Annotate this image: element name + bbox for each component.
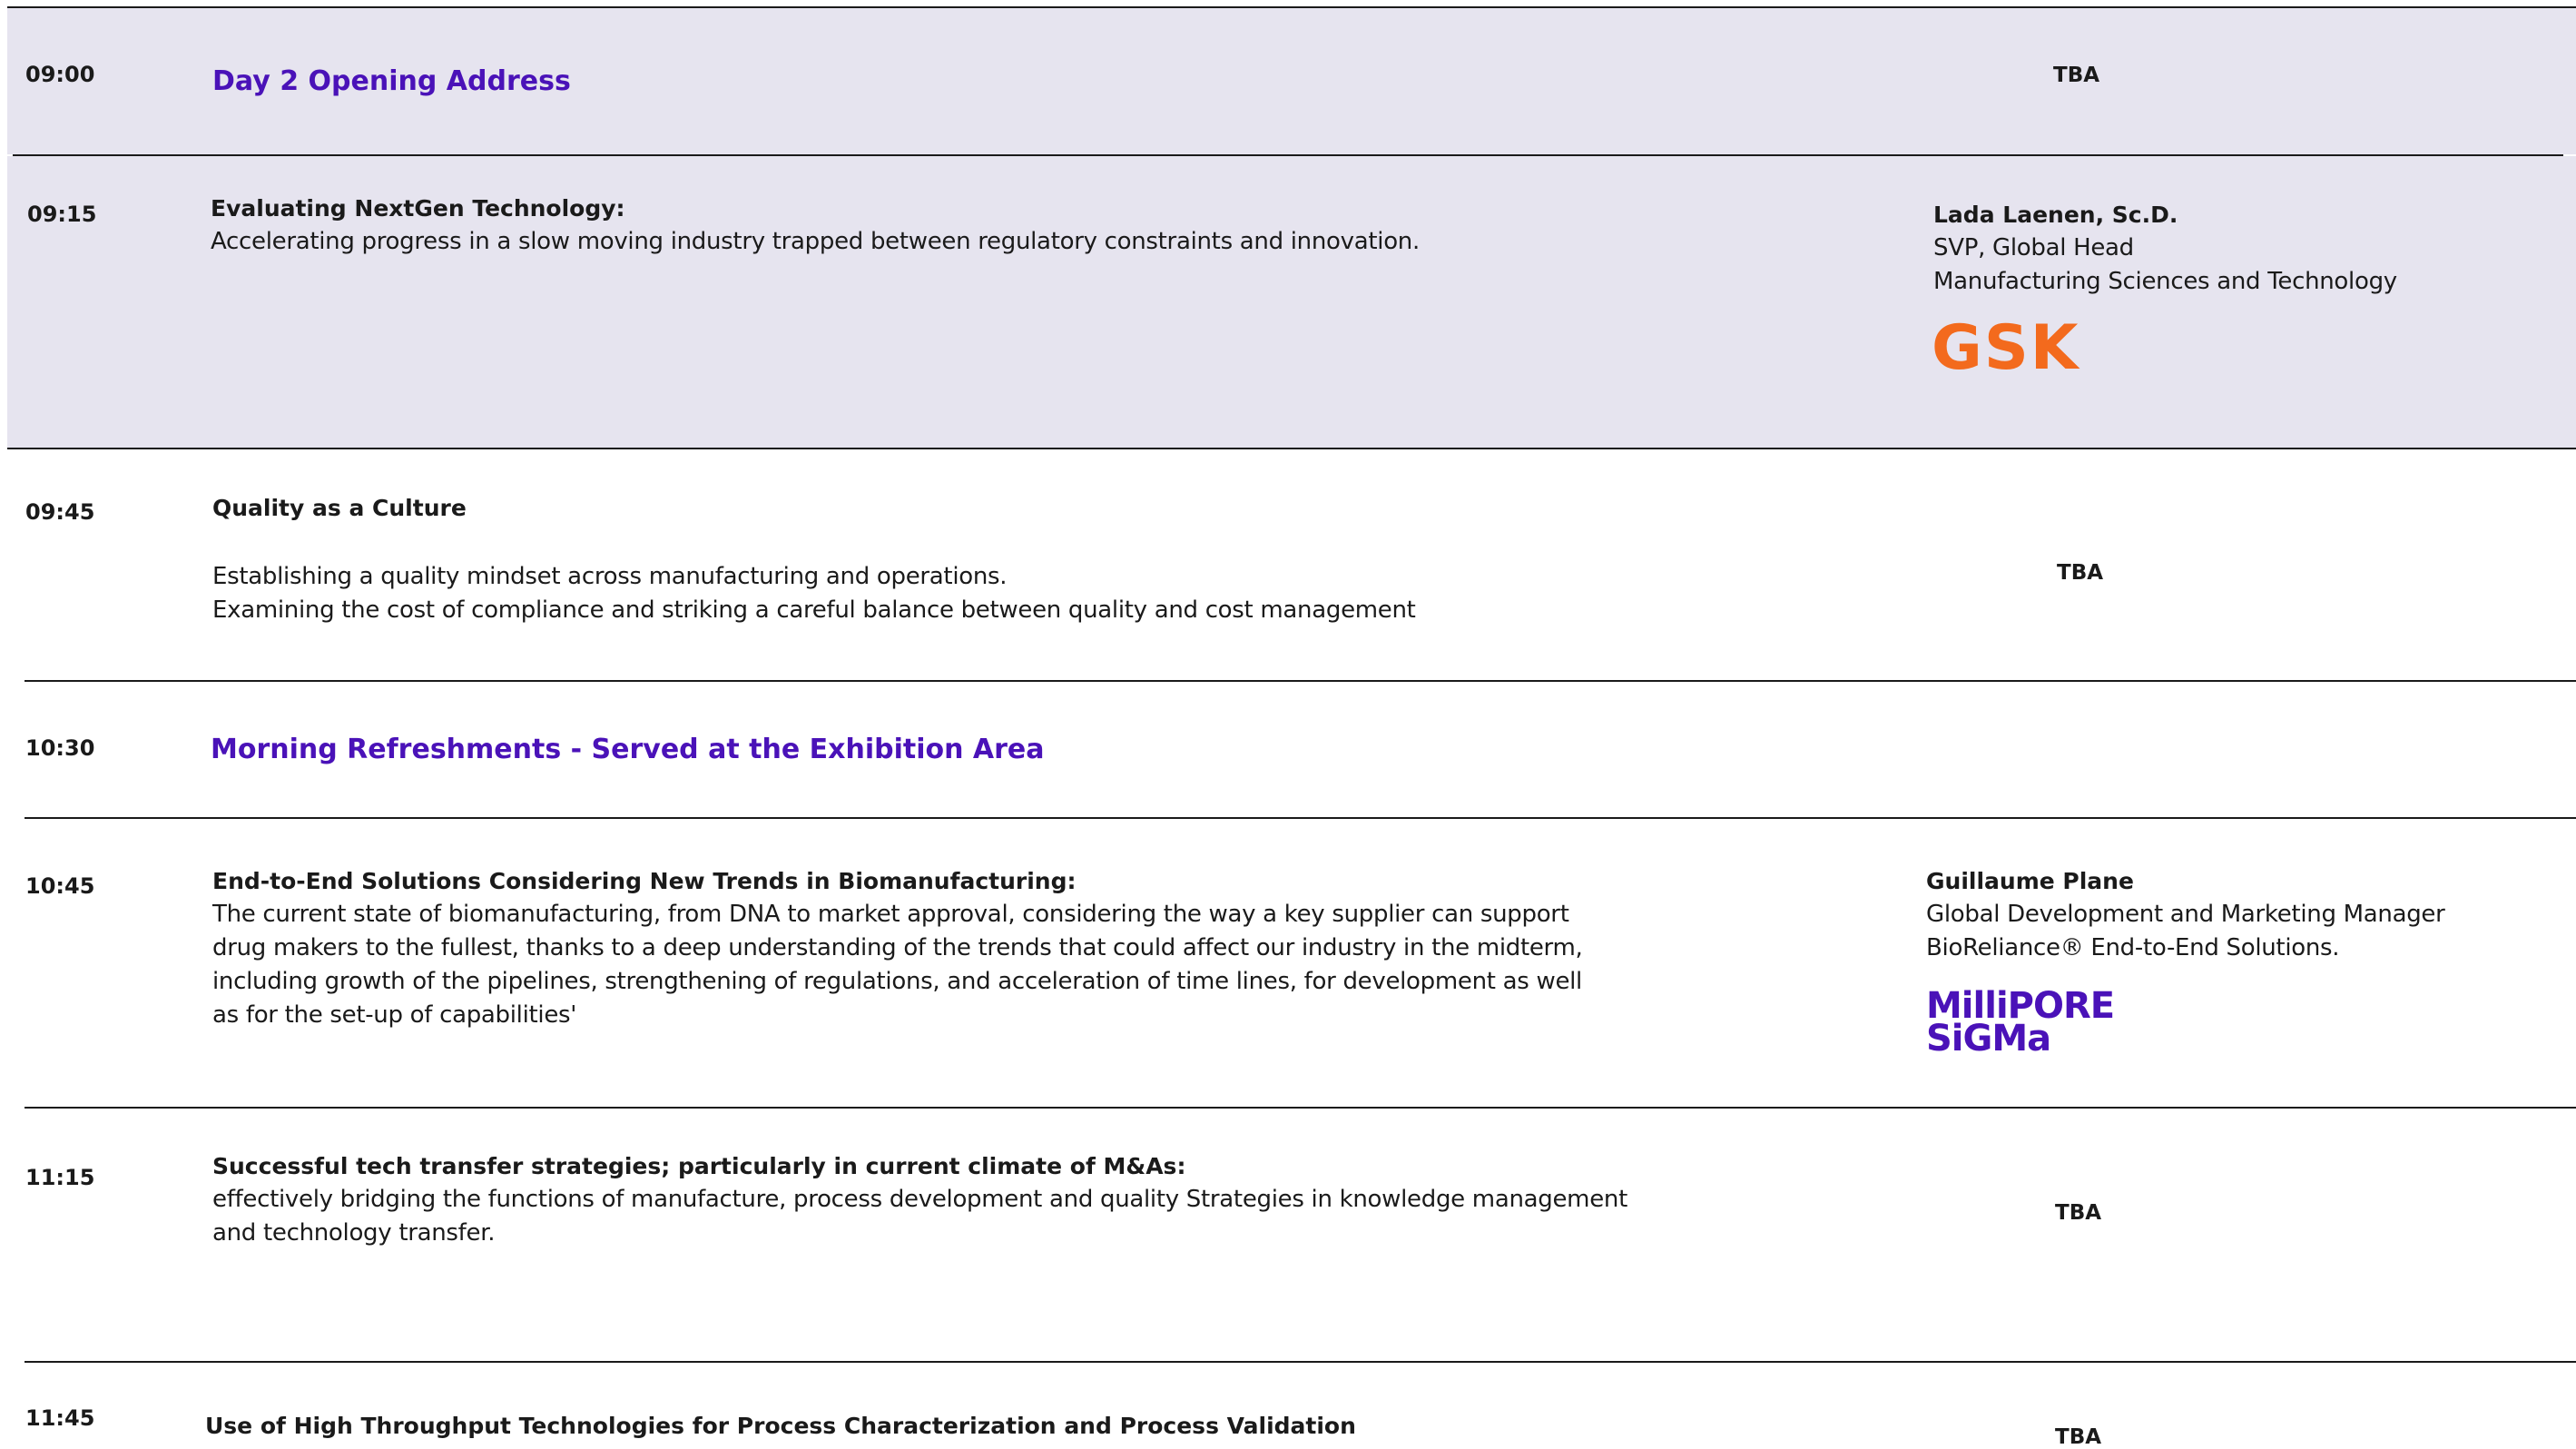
session-title: Evaluating NextGen Technology: xyxy=(211,195,625,222)
divider xyxy=(7,448,2576,449)
session-time: 11:15 xyxy=(25,1165,95,1190)
session-description: Establishing a quality mindset across ma… xyxy=(212,560,1416,627)
speaker-tba: TBA xyxy=(2053,64,2100,87)
session-description: The current state of biomanufacturing, f… xyxy=(212,898,1583,1032)
speaker-block: Guillaume Plane Global Development and M… xyxy=(1926,864,2445,965)
session-time: 10:30 xyxy=(25,735,95,761)
gsk-logo: GSK xyxy=(1932,312,2080,384)
session-time: 10:45 xyxy=(25,873,95,899)
speaker-organization: BioReliance® End-to-End Solutions. xyxy=(1926,934,2340,961)
session-title: Successful tech transfer strategies; par… xyxy=(212,1153,1186,1179)
speaker-role: Global Development and Marketing Manager xyxy=(1926,901,2445,928)
session-description: Accelerating progress in a slow moving i… xyxy=(211,225,1420,259)
divider xyxy=(13,154,2563,156)
speaker-name: Guillaume Plane xyxy=(1926,868,2134,894)
divider xyxy=(25,680,2576,682)
session-title: Morning Refreshments - Served at the Exh… xyxy=(211,734,1045,765)
speaker-tba: TBA xyxy=(2057,561,2104,585)
speaker-block: Lada Laenen, Sc.D. SVP, Global Head Manu… xyxy=(1933,198,2397,299)
session-title: End-to-End Solutions Considering New Tre… xyxy=(212,868,1077,894)
speaker-tba: TBA xyxy=(2055,1425,2102,1449)
description-line: as for the set-up of capabilities' xyxy=(212,1001,577,1029)
session-title: Use of High Throughput Technologies for … xyxy=(205,1413,1356,1439)
description-line: Examining the cost of compliance and str… xyxy=(212,596,1416,624)
description-line: and technology transfer. xyxy=(212,1219,496,1247)
speaker-name: Lada Laenen, Sc.D. xyxy=(1933,202,2178,228)
divider xyxy=(25,1361,2576,1363)
description-line: Accelerating progress in a slow moving i… xyxy=(211,228,1420,255)
session-time: 11:45 xyxy=(25,1405,95,1431)
description-line: effectively bridging the functions of ma… xyxy=(212,1186,1627,1213)
speaker-organization: Manufacturing Sciences and Technology xyxy=(1933,268,2397,295)
divider xyxy=(25,1107,2576,1109)
description-line: including growth of the pipelines, stren… xyxy=(212,968,1582,995)
session-time: 09:45 xyxy=(25,499,95,525)
milliporesigma-logo: MilliPORE SiGMa xyxy=(1926,985,2115,1060)
session-title: Day 2 Opening Address xyxy=(212,65,571,97)
description-line: Establishing a quality mindset across ma… xyxy=(212,563,1008,590)
divider xyxy=(7,6,2576,8)
session-time: 09:15 xyxy=(27,202,97,227)
speaker-role: SVP, Global Head xyxy=(1933,234,2134,261)
session-description: effectively bridging the functions of ma… xyxy=(212,1183,1627,1250)
session-time: 09:00 xyxy=(25,62,95,87)
session-title: Quality as a Culture xyxy=(212,495,467,521)
divider xyxy=(25,817,2576,819)
description-line: The current state of biomanufacturing, f… xyxy=(212,901,1569,928)
description-line: drug makers to the fullest, thanks to a … xyxy=(212,934,1583,961)
speaker-tba: TBA xyxy=(2055,1201,2102,1225)
